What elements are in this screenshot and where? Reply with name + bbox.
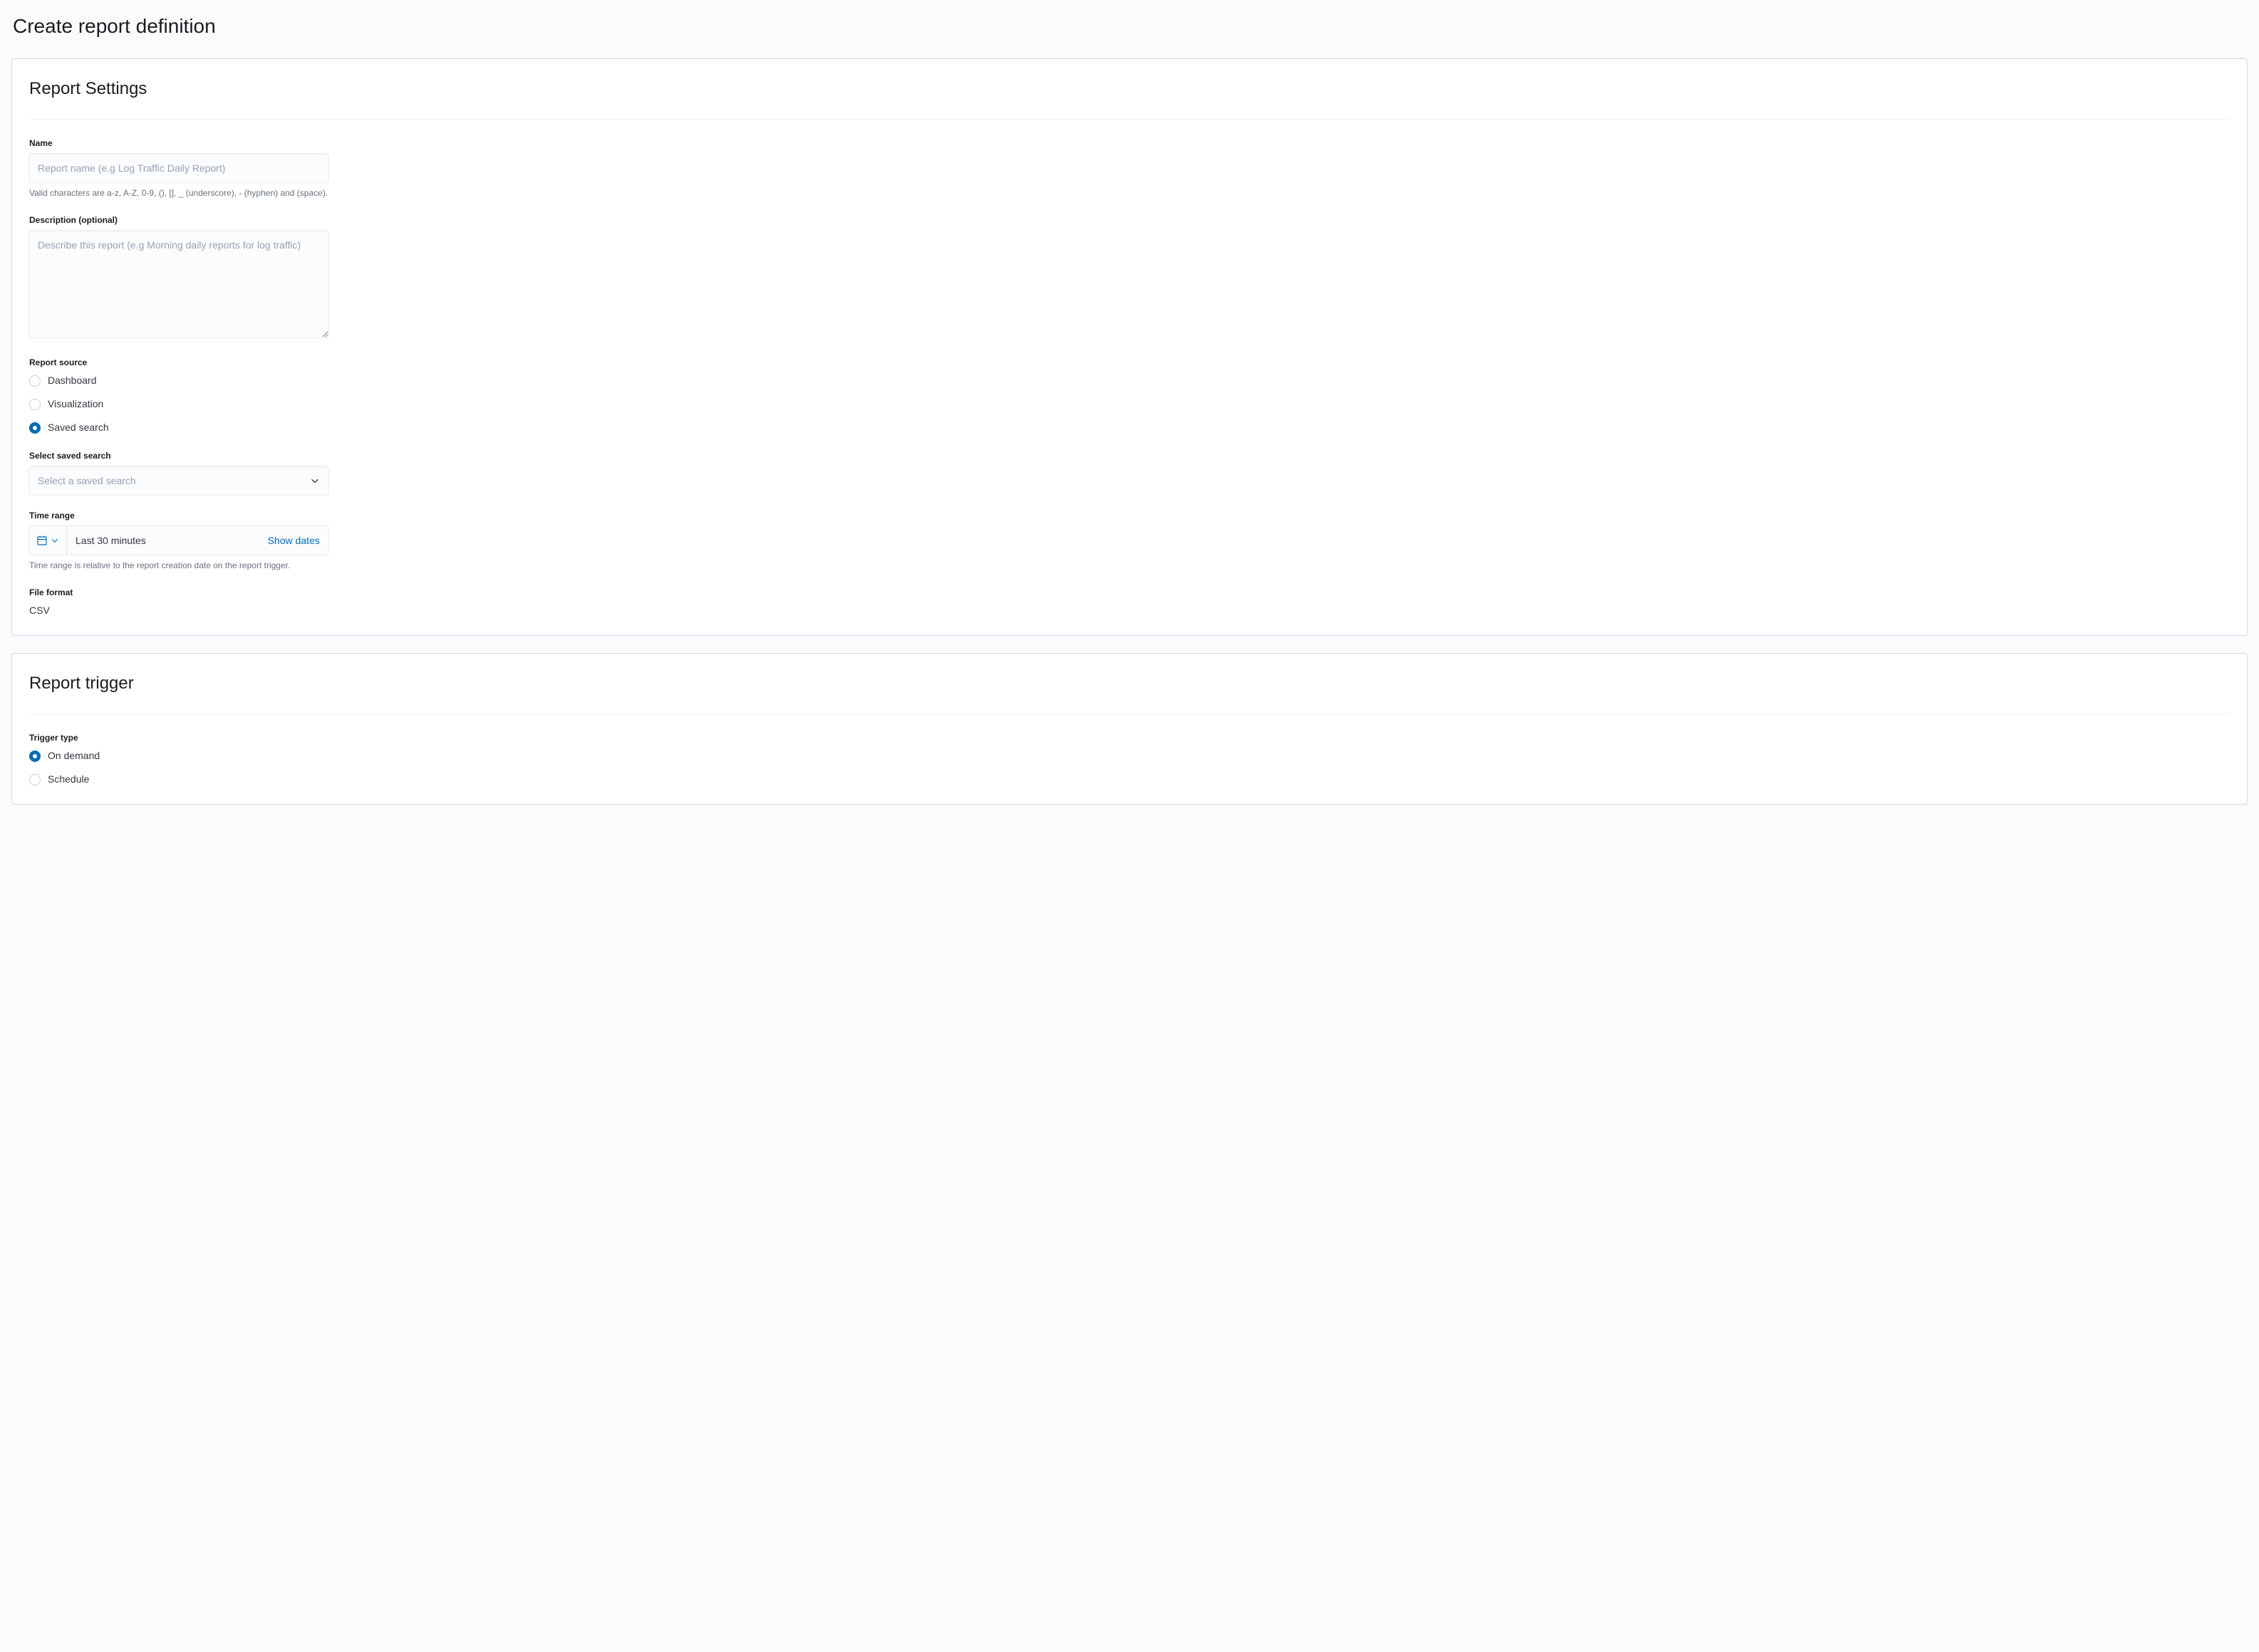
divider	[29, 119, 2230, 120]
radio-schedule-label: Schedule	[48, 772, 89, 787]
saved-search-select[interactable]: Select a saved search	[29, 466, 328, 495]
saved-search-select-label: Select saved search	[29, 449, 328, 462]
radio-visualization-label: Visualization	[48, 397, 103, 412]
report-source-row: Report source Dashboard Visualization Sa…	[29, 356, 2230, 435]
description-row: Description (optional)	[29, 214, 328, 342]
radio-circle-icon	[29, 774, 41, 785]
trigger-type-label: Trigger type	[29, 731, 2230, 744]
divider	[29, 713, 2230, 714]
radio-saved-search-label: Saved search	[48, 420, 109, 435]
saved-search-select-row: Select saved search Select a saved searc…	[29, 449, 328, 495]
file-format-label: File format	[29, 586, 2230, 599]
report-source-label: Report source	[29, 356, 2230, 369]
trigger-type-row: Trigger type On demand Schedule	[29, 731, 2230, 787]
trigger-type-radio-group: On demand Schedule	[29, 748, 2230, 787]
report-settings-panel: Report Settings Name Valid characters ar…	[11, 58, 2248, 636]
radio-on-demand-label: On demand	[48, 748, 100, 763]
report-settings-title: Report Settings	[29, 76, 2230, 102]
report-trigger-panel: Report trigger Trigger type On demand Sc…	[11, 653, 2248, 805]
time-range-value: Last 30 minutes	[75, 533, 146, 548]
file-format-row: File format CSV	[29, 586, 2230, 618]
radio-visualization[interactable]: Visualization	[29, 397, 2230, 412]
calendar-icon	[36, 535, 48, 546]
radio-dashboard-label: Dashboard	[48, 373, 97, 388]
radio-circle-icon	[29, 399, 41, 410]
radio-saved-search[interactable]: Saved search	[29, 420, 2230, 435]
time-range-row: Time range Last 30 minutes Show dates	[29, 509, 328, 572]
page-title: Create report definition	[11, 11, 2248, 41]
radio-dashboard[interactable]: Dashboard	[29, 373, 2230, 388]
name-row: Name Valid characters are a-z, A-Z, 0-9,…	[29, 137, 328, 199]
chevron-down-icon	[310, 476, 320, 486]
saved-search-placeholder: Select a saved search	[38, 474, 310, 488]
file-format-value: CSV	[29, 603, 2230, 618]
report-source-radio-group: Dashboard Visualization Saved search	[29, 373, 2230, 435]
time-range-body[interactable]: Last 30 minutes Show dates	[67, 526, 328, 555]
radio-circle-checked-icon	[29, 751, 41, 762]
name-label: Name	[29, 137, 328, 150]
report-trigger-title: Report trigger	[29, 671, 2230, 696]
chevron-down-icon	[51, 536, 59, 545]
name-input[interactable]	[29, 154, 328, 182]
time-range-label: Time range	[29, 509, 328, 522]
time-range-picker: Last 30 minutes Show dates	[29, 526, 328, 555]
description-input[interactable]	[29, 231, 328, 338]
radio-circle-icon	[29, 375, 41, 387]
radio-circle-checked-icon	[29, 422, 41, 434]
description-label: Description (optional)	[29, 214, 328, 226]
time-range-quick-select-button[interactable]	[29, 526, 67, 555]
radio-schedule[interactable]: Schedule	[29, 772, 2230, 787]
name-help-text: Valid characters are a-z, A-Z, 0-9, (), …	[29, 187, 328, 199]
radio-on-demand[interactable]: On demand	[29, 748, 2230, 763]
show-dates-link[interactable]: Show dates	[268, 533, 320, 548]
time-range-help-text: Time range is relative to the report cre…	[29, 559, 328, 572]
